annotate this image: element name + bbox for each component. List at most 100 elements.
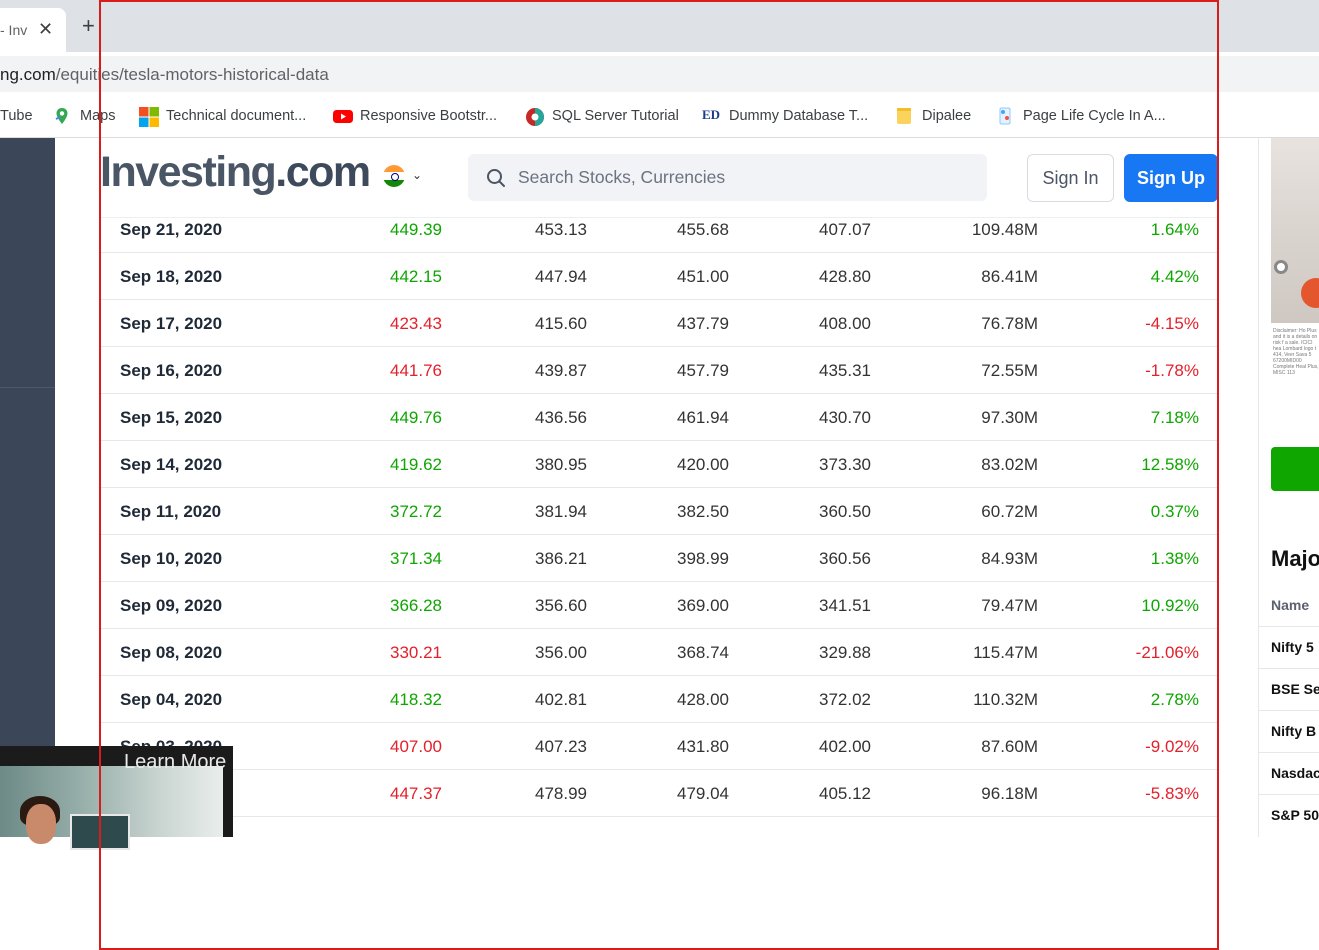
index-link[interactable]: S&P 50	[1271, 807, 1319, 823]
volume-cell: 83.02M	[981, 455, 1038, 474]
historical-data-table: Sep 21, 2020 449.39 453.13 455.68 407.07 109.…	[100, 206, 1218, 817]
low-cell: 329.88	[819, 643, 871, 662]
change-cell: -21.06%	[1135, 643, 1199, 662]
page-viewport: Disclaimer: Ho Plus and it is a details …	[0, 0, 1319, 950]
open-cell: 380.95	[535, 455, 587, 474]
low-cell: 405.12	[819, 784, 871, 803]
table-row: Sep 17, 2020 423.43 415.60 437.79 408.00 76.7…	[100, 300, 1218, 347]
sign-up-button[interactable]: Sign Up	[1124, 154, 1218, 202]
low-cell: 372.02	[819, 690, 871, 709]
date-cell: Sep 16, 2020	[120, 361, 223, 380]
table-row: Sep 16, 2020 441.76 439.87 457.79 435.31 72.5…	[100, 347, 1218, 394]
open-cell: 453.13	[535, 220, 587, 239]
ed-icon: ED	[702, 107, 721, 122]
index-link[interactable]: Nifty B	[1271, 723, 1319, 739]
high-cell: 437.79	[677, 314, 729, 333]
index-link[interactable]: Nifty 5	[1271, 639, 1319, 655]
change-cell: -9.02%	[1145, 737, 1199, 756]
price-cell: 442.15	[390, 267, 442, 286]
volume-cell: 60.72M	[981, 502, 1038, 521]
index-link[interactable]: BSE Ser	[1271, 681, 1319, 697]
left-navigation-panel	[0, 138, 55, 837]
logo-main: Investing	[100, 148, 277, 196]
open-cell: 356.00	[535, 643, 587, 662]
major-indices-heading: Majo	[1271, 546, 1319, 571]
volume-cell: 97.30M	[981, 408, 1038, 427]
bookmark-page-life-cycle[interactable]: Page Life Cycle In A...	[996, 105, 1166, 127]
price-cell: 407.00	[390, 737, 442, 756]
open-cell: 402.81	[535, 690, 587, 709]
date-cell: Sep 04, 2020	[120, 690, 223, 709]
date-cell: Sep 10, 2020	[120, 549, 223, 568]
high-cell: 461.94	[677, 408, 729, 427]
change-cell: 4.42%	[1150, 267, 1199, 286]
date-cell: Sep 11, 2020	[120, 502, 222, 521]
bookmark-label: SQL Server Tutorial	[552, 108, 679, 124]
table-row: Sep 08, 2020 330.21 356.00 368.74 329.88 115.…	[100, 629, 1218, 676]
nav-divider	[0, 387, 55, 388]
right-sidebar: Disclaimer: Ho Plus and it is a details …	[1258, 138, 1319, 837]
open-cell: 436.56	[535, 408, 587, 427]
date-cell: Sep 14, 2020	[120, 455, 223, 474]
high-cell: 431.80	[677, 737, 729, 756]
video-ad[interactable]: Learn More	[0, 746, 233, 850]
change-cell: 1.64%	[1150, 220, 1199, 239]
bookmark-label: Page Life Cycle In A...	[1023, 108, 1166, 124]
page-icon	[996, 107, 1014, 125]
high-cell: 428.00	[677, 690, 729, 709]
volume-cell: 72.55M	[981, 361, 1038, 380]
bookmark-responsive-bootstrap[interactable]: Responsive Bootstr...	[333, 105, 497, 127]
chevron-down-icon[interactable]: ⌄	[412, 168, 422, 182]
india-flag-icon[interactable]	[383, 165, 405, 187]
table-row: Sep 18, 2020 442.15 447.94 451.00 428.80 86.4…	[100, 253, 1218, 300]
open-cell: 381.94	[535, 502, 587, 521]
browser-tab[interactable]: - Inv ✕	[0, 8, 66, 52]
microsoft-icon	[139, 107, 159, 127]
new-tab-icon[interactable]: +	[82, 15, 95, 37]
table-row: 447.37 478.99 479.04 405.12 96.18M -5.83%	[100, 770, 1218, 817]
price-cell: 330.21	[390, 643, 442, 662]
bookmark-sql-server[interactable]: SQL Server Tutorial	[525, 105, 679, 127]
date-cell: Sep 21, 2020	[120, 220, 223, 239]
sidebar-ad-image[interactable]	[1271, 138, 1319, 323]
change-cell: -1.78%	[1145, 361, 1199, 380]
table-row: Sep 03, 2020407.00407.23431.80402.0087.6…	[100, 723, 1218, 770]
bookmark-maps[interactable]: Maps	[53, 105, 115, 127]
sql-icon	[525, 107, 544, 126]
investing-logo[interactable]: Investing.com	[100, 148, 371, 197]
bookmark-label: Maps	[80, 108, 116, 124]
change-cell: -4.15%	[1145, 314, 1199, 333]
low-cell: 373.30	[819, 455, 871, 474]
price-cell: 449.39	[390, 220, 442, 239]
date-cell: Sep 15, 2020	[120, 408, 223, 427]
sign-in-button[interactable]: Sign In	[1027, 154, 1114, 202]
bookmark-label: Responsive Bootstr...	[360, 108, 498, 124]
price-cell: 366.28	[390, 596, 442, 615]
price-cell: 419.62	[390, 455, 442, 474]
search-input[interactable]	[518, 154, 978, 201]
date-cell: Sep 08, 2020	[120, 643, 223, 662]
volume-cell: 109.48M	[971, 220, 1038, 239]
close-icon[interactable]: ✕	[38, 19, 53, 40]
table-row: Sep 15, 2020 449.76 436.56 461.94 430.70 97.3…	[100, 394, 1218, 441]
high-cell: 369.00	[677, 596, 729, 615]
date-cell: Sep 18, 2020	[120, 267, 223, 286]
bookmark-dummy-database[interactable]: ED Dummy Database T...	[702, 105, 868, 127]
bookmark-technical-docs[interactable]: Technical document...	[139, 105, 306, 127]
learn-more-link[interactable]: Learn More	[124, 751, 226, 774]
index-link[interactable]: Nasdac	[1271, 765, 1319, 781]
address-bar[interactable]: ng.com/equities/tesla-motors-historical-…	[0, 56, 1319, 92]
bookmark-dipalee[interactable]: Dipalee	[895, 105, 971, 127]
ad-cta-button[interactable]	[1271, 447, 1319, 491]
low-cell: 408.00	[819, 314, 871, 333]
price-cell: 418.32	[390, 690, 442, 709]
folder-icon	[895, 107, 913, 125]
search-box[interactable]	[468, 154, 987, 201]
bookmark-label: Dipalee	[922, 108, 972, 124]
table-row: Sep 11, 2020 372.72 381.94 382.50 360.50 60.7…	[100, 488, 1218, 535]
open-cell: 407.23	[535, 737, 587, 756]
indices-column-name: Name	[1271, 597, 1310, 613]
bookmark-youtube[interactable]: Tube	[0, 105, 33, 127]
high-cell: 368.74	[677, 643, 729, 662]
high-cell: 479.04	[677, 784, 729, 803]
